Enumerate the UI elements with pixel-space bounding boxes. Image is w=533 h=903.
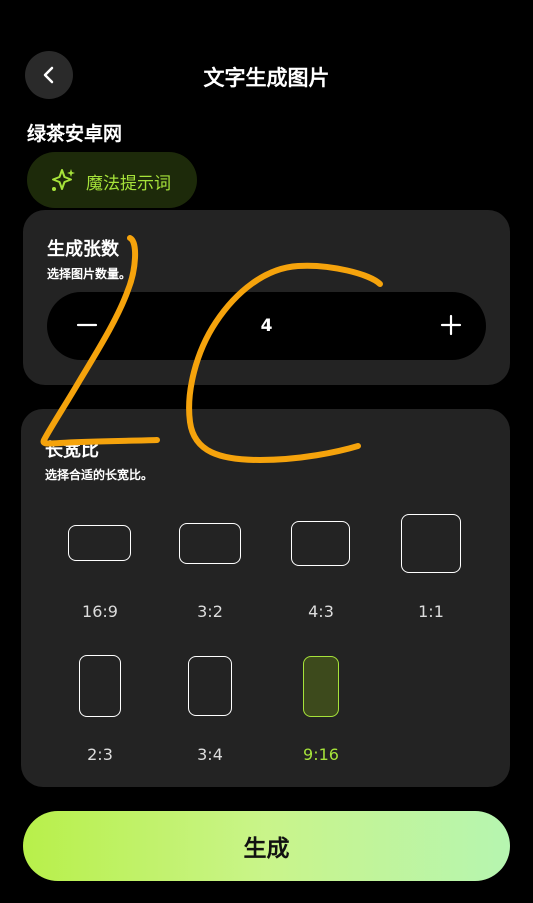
ratio-shape xyxy=(401,514,461,573)
generate-button[interactable]: 生成 xyxy=(23,811,510,881)
ratio-shape xyxy=(188,656,232,716)
ratio-shape xyxy=(68,525,131,561)
count-value: 4 xyxy=(260,316,273,336)
aspect-ratio-subtitle: 选择合适的长宽比。 xyxy=(45,468,154,482)
ratio-label: 1:1 xyxy=(418,602,444,621)
ratio-shape xyxy=(179,523,241,564)
image-count-header: 生成张数 选择图片数量。 xyxy=(47,235,131,282)
page-title: 文字生成图片 xyxy=(203,66,330,90)
ratio-label: 2:3 xyxy=(87,745,113,764)
ratio-shape xyxy=(303,656,339,717)
ratio-label: 16:9 xyxy=(82,602,118,621)
image-count-title: 生成张数 xyxy=(47,239,119,260)
ratio-label: 4:3 xyxy=(308,602,334,621)
ratio-label: 3:4 xyxy=(197,745,223,764)
magic-prompt-button[interactable]: 魔法提示词 xyxy=(27,152,197,208)
ratio-shape xyxy=(291,521,350,566)
ratio-label: 3:2 xyxy=(197,602,223,621)
image-count-subtitle: 选择图片数量。 xyxy=(47,267,132,281)
aspect-ratio-header: 长宽比 选择合适的长宽比。 xyxy=(45,436,153,483)
count-stepper: 4 xyxy=(47,292,486,360)
magic-prompt-label: 魔法提示词 xyxy=(86,174,171,194)
prompt-text[interactable]: 绿茶安卓网 xyxy=(27,119,122,146)
plus-icon[interactable] xyxy=(433,307,469,343)
sparkle-icon xyxy=(52,169,75,191)
aspect-ratio-title: 长宽比 xyxy=(45,440,99,461)
ratio-shape xyxy=(79,655,121,717)
ratio-label: 9:16 xyxy=(303,745,339,764)
